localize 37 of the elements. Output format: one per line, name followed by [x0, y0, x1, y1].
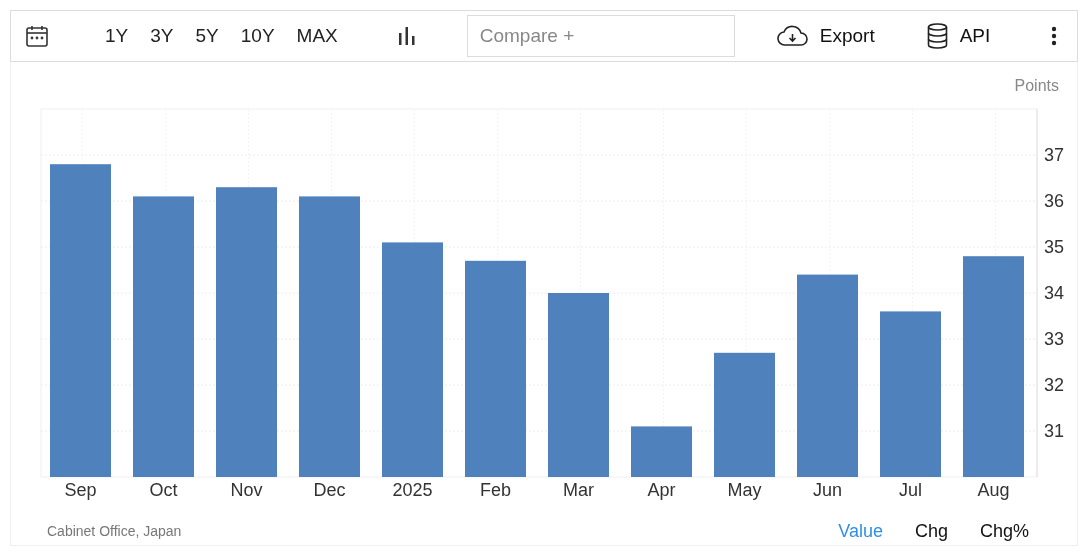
x-tick-label: Aug — [977, 480, 1010, 500]
range-tab[interactable]: 3Y — [150, 21, 174, 51]
x-tick-label: Dec — [313, 480, 346, 500]
bar — [631, 426, 692, 477]
cloud-download-icon — [776, 25, 808, 47]
y-tick-label: 32 — [1044, 375, 1065, 395]
x-tick-label: Jun — [813, 480, 842, 500]
x-tick-label: Apr — [647, 480, 676, 500]
y-tick-label: 34 — [1044, 283, 1065, 303]
more-icon[interactable] — [1051, 26, 1057, 46]
database-icon — [926, 23, 948, 49]
y-tick-label: 37 — [1044, 145, 1065, 165]
y-tick-label: 35 — [1044, 237, 1065, 257]
range-tab[interactable]: 1Y — [105, 21, 129, 51]
range-tab[interactable]: 5Y — [195, 21, 219, 51]
x-tick-label: Mar — [563, 480, 594, 500]
y-tick-label: 33 — [1044, 329, 1065, 349]
source-label: Cabinet Office, Japan — [47, 522, 182, 541]
x-tick-label: Nov — [230, 480, 263, 500]
x-tick-label: Feb — [480, 480, 511, 500]
unit-label: Points — [1014, 76, 1059, 96]
range-tab[interactable]: MAX — [296, 21, 338, 51]
view-tab[interactable]: Chg% — [979, 518, 1029, 545]
calendar-icon[interactable] — [25, 24, 49, 48]
view-tab[interactable]: Chg — [914, 518, 948, 545]
x-tick-label: Oct — [149, 480, 178, 500]
export-button[interactable]: Export — [776, 21, 875, 51]
api-button[interactable]: API — [926, 21, 991, 51]
x-tick-label: May — [727, 480, 762, 500]
y-tick-label: 36 — [1044, 191, 1065, 211]
x-tick-label: 2025 — [392, 480, 433, 500]
compare-field[interactable]: Compare + — [466, 15, 735, 57]
x-tick-label: Sep — [64, 480, 97, 500]
range-tab[interactable]: 10Y — [240, 21, 275, 51]
bar-chart-icon[interactable] — [397, 27, 416, 45]
y-tick-label: 31 — [1044, 421, 1065, 441]
x-tick-label: Jul — [899, 480, 922, 500]
